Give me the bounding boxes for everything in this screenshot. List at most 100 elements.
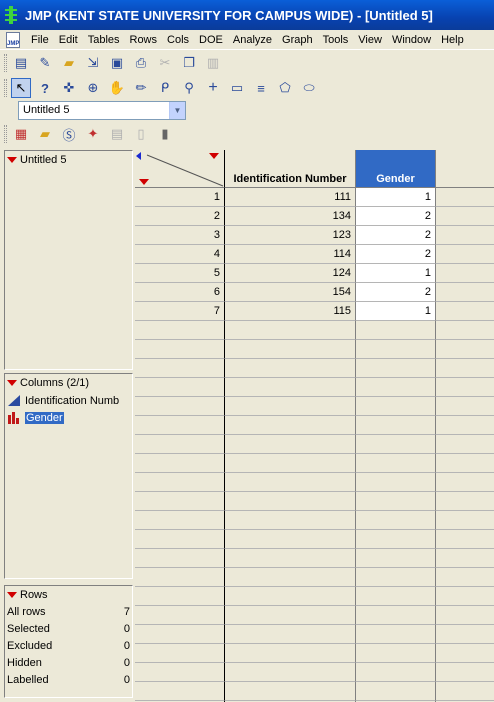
empty-cell[interactable] [436, 587, 494, 606]
identification-number-cell[interactable] [225, 359, 356, 378]
empty-table-row[interactable] [135, 378, 494, 397]
empty-table-row[interactable] [135, 492, 494, 511]
row-number-cell[interactable]: 4 [135, 245, 225, 264]
gender-cell[interactable] [356, 473, 436, 492]
identification-number-cell[interactable] [225, 454, 356, 473]
table-row[interactable]: 2 134 2 [135, 207, 494, 226]
row-number-cell[interactable]: 7 [135, 302, 225, 321]
row-number-cell[interactable] [135, 416, 225, 435]
empty-table-row[interactable] [135, 321, 494, 340]
identification-number-cell[interactable] [225, 644, 356, 663]
lasso-tool-icon[interactable]: ᑭ [155, 78, 175, 98]
row-number-cell[interactable] [135, 511, 225, 530]
identification-number-cell[interactable] [225, 416, 356, 435]
empty-cell[interactable] [436, 549, 494, 568]
empty-cell[interactable] [436, 378, 494, 397]
toolbar-grip[interactable] [4, 54, 7, 72]
empty-cell[interactable] [436, 530, 494, 549]
gender-cell[interactable] [356, 682, 436, 701]
empty-cell[interactable] [436, 226, 494, 245]
magnifier-tool-icon[interactable]: ⚲ [179, 78, 199, 98]
identification-number-cell[interactable]: 124 [225, 264, 356, 283]
empty-table-row[interactable] [135, 587, 494, 606]
empty-table-row[interactable] [135, 340, 494, 359]
scroller-tool-icon[interactable]: ⊕ [83, 78, 103, 98]
new-table-icon[interactable]: ▤ [11, 53, 31, 73]
open-icon[interactable]: ▰ [59, 53, 79, 73]
gender-cell[interactable] [356, 625, 436, 644]
report-icon[interactable]: ▤ [107, 124, 127, 144]
gender-cell[interactable]: 2 [356, 283, 436, 302]
empty-cell[interactable] [436, 264, 494, 283]
help-tool-icon[interactable]: ? [35, 78, 55, 98]
gender-cell[interactable] [356, 511, 436, 530]
empty-cell[interactable] [436, 625, 494, 644]
empty-cell[interactable] [436, 397, 494, 416]
row-number-cell[interactable] [135, 397, 225, 416]
row-number-cell[interactable] [135, 378, 225, 397]
identification-number-cell[interactable] [225, 473, 356, 492]
empty-cell[interactable] [436, 492, 494, 511]
table-row[interactable]: 4 114 2 [135, 245, 494, 264]
rows-stat-all[interactable]: All rows 7 [5, 604, 132, 621]
gender-cell[interactable] [356, 606, 436, 625]
row-number-cell[interactable] [135, 530, 225, 549]
table-row[interactable]: 3 123 2 [135, 226, 494, 245]
empty-cell[interactable] [436, 340, 494, 359]
identification-number-cell[interactable] [225, 663, 356, 682]
table-panel-header[interactable]: Untitled 5 [5, 151, 132, 169]
empty-cell[interactable] [436, 321, 494, 340]
table-row[interactable]: 6 154 2 [135, 283, 494, 302]
gender-cell[interactable] [356, 530, 436, 549]
row-number-cell[interactable] [135, 606, 225, 625]
column-header-gender[interactable]: Gender [356, 150, 436, 188]
empty-table-row[interactable] [135, 625, 494, 644]
identification-number-cell[interactable] [225, 530, 356, 549]
row-number-cell[interactable] [135, 340, 225, 359]
column-header-identification-number[interactable]: Identification Number [225, 150, 356, 188]
empty-table-row[interactable] [135, 606, 494, 625]
gender-cell[interactable]: 1 [356, 188, 436, 207]
gender-cell[interactable] [356, 416, 436, 435]
menu-tables[interactable]: Tables [83, 30, 125, 50]
polygon-tool-icon[interactable]: ⬠ [275, 78, 295, 98]
gender-cell[interactable] [356, 340, 436, 359]
gender-cell[interactable] [356, 663, 436, 682]
row-number-cell[interactable] [135, 663, 225, 682]
column-header-empty[interactable] [436, 150, 494, 188]
empty-table-row[interactable] [135, 454, 494, 473]
menu-rows[interactable]: Rows [125, 30, 163, 50]
grabber-tool-icon[interactable]: ✋ [107, 78, 127, 98]
identification-number-cell[interactable] [225, 321, 356, 340]
annotate-tool-icon[interactable]: ▭ [227, 78, 247, 98]
toolbar-grip[interactable] [4, 79, 7, 97]
red-triangle-icon[interactable] [7, 380, 17, 386]
column-item-gender[interactable]: Gender [5, 409, 132, 426]
empty-cell[interactable] [436, 682, 494, 701]
menu-help[interactable]: Help [436, 30, 469, 50]
empty-cell[interactable] [436, 511, 494, 530]
table-selector-dropdown[interactable]: Untitled 5 ▼ [18, 101, 186, 120]
empty-table-row[interactable] [135, 682, 494, 701]
row-number-cell[interactable]: 6 [135, 283, 225, 302]
empty-cell[interactable] [436, 302, 494, 321]
jmp-starter-icon[interactable]: ✦ [83, 124, 103, 144]
gender-cell[interactable] [356, 359, 436, 378]
identification-number-cell[interactable]: 115 [225, 302, 356, 321]
empty-table-row[interactable] [135, 473, 494, 492]
gender-cell[interactable] [356, 378, 436, 397]
identification-number-cell[interactable]: 114 [225, 245, 356, 264]
table-row[interactable]: 1 111 1 [135, 188, 494, 207]
journal-icon[interactable]: ▰ [35, 124, 55, 144]
gender-cell[interactable]: 1 [356, 302, 436, 321]
gender-cell[interactable] [356, 492, 436, 511]
empty-table-row[interactable] [135, 549, 494, 568]
gender-cell[interactable]: 2 [356, 226, 436, 245]
menu-edit[interactable]: Edit [54, 30, 83, 50]
row-number-cell[interactable] [135, 644, 225, 663]
chevron-down-icon[interactable]: ▼ [169, 102, 185, 119]
row-number-cell[interactable] [135, 473, 225, 492]
menu-window[interactable]: Window [387, 30, 436, 50]
row-number-cell[interactable] [135, 435, 225, 454]
window-list-icon[interactable]: ▮ [155, 124, 175, 144]
